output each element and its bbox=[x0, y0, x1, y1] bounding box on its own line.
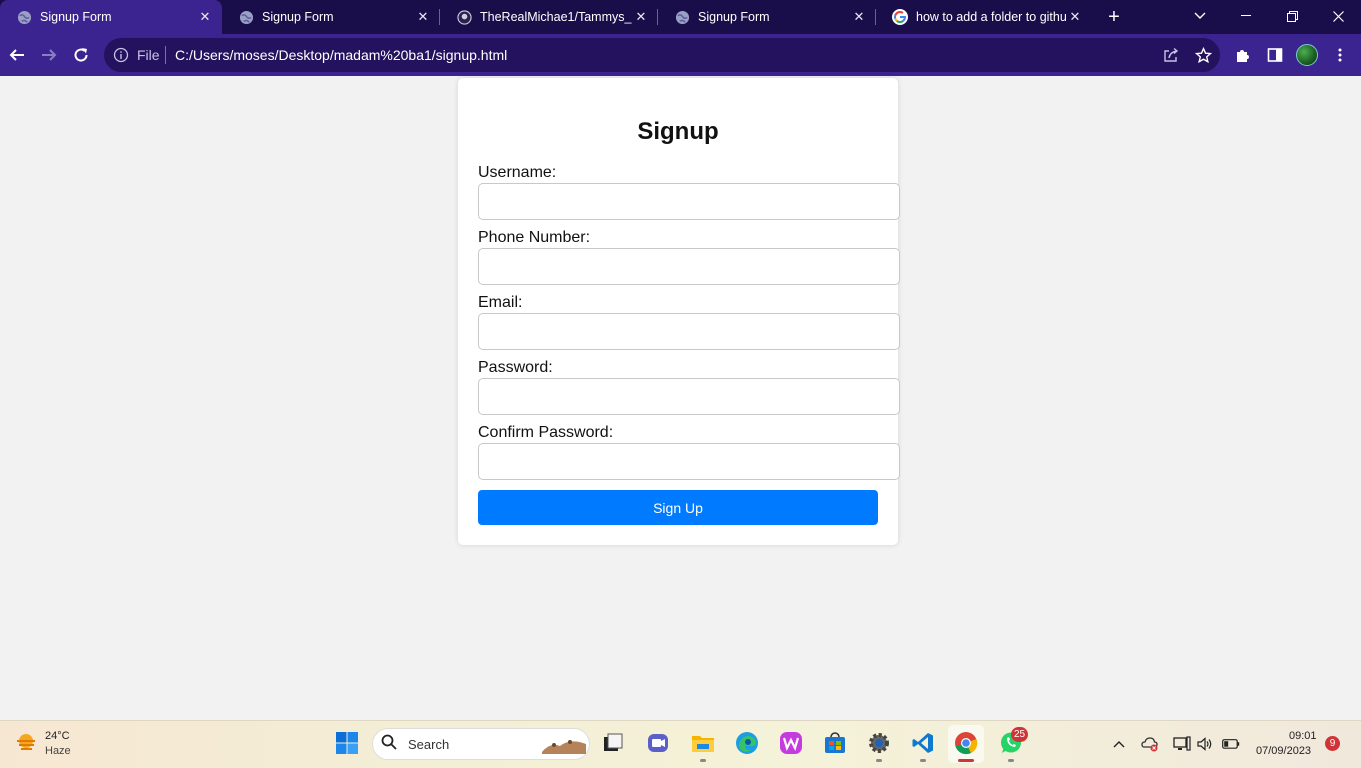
address-url[interactable]: C:/Users/moses/Desktop/madam%20ba1/signu… bbox=[175, 47, 507, 63]
close-tab-icon[interactable]: ✕ bbox=[414, 9, 432, 25]
username-label: Username: bbox=[478, 164, 557, 181]
tab-search-chevron-icon[interactable] bbox=[1177, 0, 1223, 32]
phone-number-label: Phone Number: bbox=[478, 229, 591, 246]
minimize-icon[interactable] bbox=[1223, 0, 1269, 32]
battery-icon[interactable] bbox=[1222, 735, 1240, 753]
store-icon[interactable] bbox=[822, 730, 848, 756]
globe-icon bbox=[16, 9, 32, 25]
tab-title: how to add a folder to githul bbox=[916, 10, 1066, 24]
folder-icon[interactable] bbox=[690, 730, 716, 756]
volume-icon[interactable] bbox=[1196, 735, 1214, 753]
restore-icon[interactable] bbox=[1269, 0, 1315, 32]
close-window-icon[interactable] bbox=[1315, 0, 1361, 32]
active-indicator bbox=[958, 759, 974, 762]
signup-card: Signup Username: Phone Number: Email: Pa… bbox=[458, 78, 900, 545]
side-panel-icon[interactable] bbox=[1261, 41, 1289, 69]
windows-icon[interactable] bbox=[334, 730, 360, 756]
running-indicator bbox=[920, 759, 926, 762]
back-button[interactable] bbox=[3, 41, 31, 69]
kebab-menu-icon[interactable] bbox=[1326, 41, 1354, 69]
vscode-icon[interactable] bbox=[910, 730, 936, 756]
tab-title: TheRealMichae1/Tammys_Co bbox=[480, 10, 632, 24]
running-indicator bbox=[1008, 759, 1014, 762]
password-input[interactable] bbox=[478, 378, 900, 415]
address-divider bbox=[165, 46, 166, 64]
confirm-password-label: Confirm Password: bbox=[478, 424, 614, 441]
confirm-password-input[interactable] bbox=[478, 443, 900, 480]
tab-signup-form-1[interactable]: Signup Form ✕ bbox=[0, 0, 222, 34]
onedrive-error-icon[interactable] bbox=[1141, 735, 1159, 753]
task-view-icon[interactable] bbox=[600, 730, 626, 756]
tab-github[interactable]: TheRealMichae1/Tammys_Co ✕ bbox=[440, 0, 658, 34]
password-label: Password: bbox=[478, 359, 553, 376]
forward-button[interactable] bbox=[35, 41, 63, 69]
email-label: Email: bbox=[478, 294, 523, 311]
reload-button[interactable] bbox=[67, 41, 95, 69]
close-tab-icon[interactable]: ✕ bbox=[1066, 9, 1084, 25]
globe-icon bbox=[238, 9, 254, 25]
tab-title: Signup Form bbox=[262, 10, 334, 24]
sign-up-button[interactable]: Sign Up bbox=[478, 490, 878, 525]
extensions-puzzle-icon[interactable] bbox=[1229, 41, 1257, 69]
bookmark-star-icon[interactable] bbox=[1189, 41, 1217, 69]
chrome-icon[interactable] bbox=[953, 730, 979, 756]
chevron-up-icon[interactable] bbox=[1110, 735, 1128, 753]
whatsapp-notification-badge: 25 bbox=[1011, 727, 1029, 742]
new-tab-button[interactable]: + bbox=[1102, 4, 1126, 30]
username-input[interactable] bbox=[478, 183, 900, 220]
network-icon[interactable] bbox=[1173, 735, 1191, 753]
notification-count-badge[interactable]: 9 bbox=[1325, 736, 1340, 751]
tab-google-search[interactable]: how to add a folder to githul ✕ bbox=[876, 0, 1092, 34]
tab-title: Signup Form bbox=[40, 10, 112, 24]
wps-icon[interactable] bbox=[778, 730, 804, 756]
weather-haze-icon[interactable] bbox=[15, 731, 37, 753]
address-scheme-label: File bbox=[137, 47, 160, 63]
profile-avatar[interactable] bbox=[1296, 44, 1318, 66]
close-tab-icon[interactable]: ✕ bbox=[196, 9, 214, 25]
gear-icon[interactable] bbox=[866, 730, 892, 756]
tab-signup-form-3[interactable]: Signup Form ✕ bbox=[658, 0, 876, 34]
share-icon[interactable] bbox=[1157, 41, 1185, 69]
running-indicator bbox=[700, 759, 706, 762]
clock-time[interactable]: 09:01 bbox=[1289, 730, 1317, 742]
info-icon[interactable] bbox=[113, 47, 129, 63]
github-icon bbox=[456, 9, 472, 25]
video-call-icon[interactable] bbox=[645, 730, 671, 756]
search-highlight-icon bbox=[540, 732, 588, 756]
search-placeholder: Search bbox=[408, 737, 450, 752]
close-tab-icon[interactable]: ✕ bbox=[632, 9, 650, 25]
tab-title: Signup Form bbox=[698, 10, 770, 24]
email-input[interactable] bbox=[478, 313, 900, 350]
weather-temperature[interactable]: 24°C bbox=[45, 730, 70, 742]
edge-icon[interactable] bbox=[734, 730, 760, 756]
google-icon bbox=[892, 9, 908, 25]
globe-icon bbox=[674, 9, 690, 25]
phone-number-input[interactable] bbox=[478, 248, 900, 285]
page-title: Signup bbox=[637, 118, 719, 145]
weather-condition[interactable]: Haze bbox=[45, 745, 71, 757]
search-icon bbox=[378, 731, 400, 753]
tab-signup-form-2[interactable]: Signup Form ✕ bbox=[222, 0, 440, 34]
close-tab-icon[interactable]: ✕ bbox=[850, 9, 868, 25]
running-indicator bbox=[876, 759, 882, 762]
clock-date[interactable]: 07/09/2023 bbox=[1256, 745, 1311, 757]
